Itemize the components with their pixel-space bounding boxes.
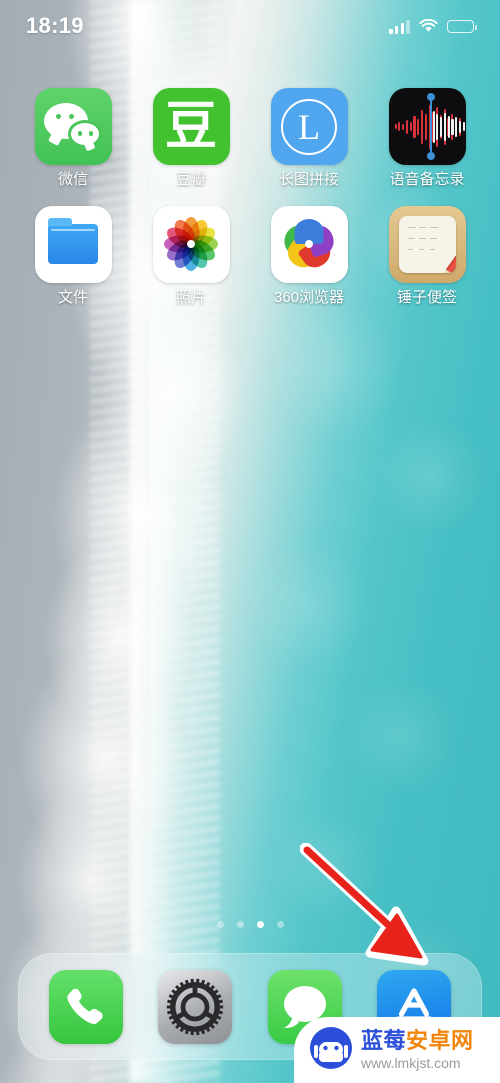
app-label: 长图拼接	[278, 171, 339, 188]
app-icon-long-image-stitch[interactable]: L 长图拼接	[250, 88, 368, 189]
app-label: 照片	[175, 288, 206, 306]
app-label: 微信	[57, 171, 88, 188]
status-bar-time: 18:19	[26, 13, 84, 38]
page-dot-0[interactable]	[216, 921, 224, 928]
phone-icon	[67, 988, 103, 1024]
watermark-url: www.lmkjst.com	[361, 1054, 461, 1071]
app-icon-voice-memos[interactable]: 语音备忘录	[368, 88, 486, 189]
photos-icon	[152, 205, 230, 283]
app-icon-files[interactable]: 文件	[14, 205, 132, 307]
app-icon-douban[interactable]: 豆 豆瓣	[132, 88, 250, 189]
watermark-title: 蓝莓安卓网	[361, 1028, 474, 1054]
browser-360-icon	[270, 205, 348, 283]
status-bar: 18:19	[0, 0, 500, 52]
dock-app-phone[interactable]	[48, 969, 123, 1044]
wifi-icon	[419, 18, 438, 33]
android-robot-icon	[308, 1025, 354, 1076]
letter-l-glyph: L	[298, 106, 320, 147]
douban-glyph: 豆	[164, 96, 217, 157]
app-icon-smartisan-notes[interactable]: 锤子便签	[368, 205, 486, 307]
page-dot-1[interactable]	[236, 921, 244, 928]
battery-icon	[447, 19, 477, 33]
app-label: 语音备忘录	[389, 171, 465, 188]
dock-app-settings[interactable]	[158, 969, 233, 1044]
app-label: 360浏览器	[273, 288, 345, 306]
long-image-stitch-icon: L	[270, 88, 348, 165]
watermark-title-orange: 安卓网	[406, 1028, 474, 1054]
watermark-title-blue: 蓝莓	[361, 1028, 407, 1054]
page-dot-2[interactable]	[256, 921, 264, 928]
app-icon-photos[interactable]: 照片	[132, 205, 250, 307]
cellular-signal-icon	[389, 19, 410, 34]
douban-icon: 豆	[152, 88, 230, 165]
app-icon-browser-360[interactable]: 360浏览器	[250, 205, 368, 307]
smartisan-notes-icon	[388, 205, 466, 283]
app-label: 文件	[57, 288, 88, 306]
page-dot-3[interactable]	[276, 921, 284, 928]
app-icon-wechat[interactable]: 微信	[14, 88, 132, 189]
app-label: 豆瓣	[175, 171, 206, 188]
files-icon	[34, 205, 112, 283]
watermark: 蓝莓安卓网 www.lmkjst.com	[294, 1017, 500, 1083]
red-arrow-icon	[299, 842, 460, 978]
app-grid: 微信 豆 豆瓣 L 长图拼接 语音备忘录 文件 照片 360浏览器 锤子便签	[0, 88, 500, 306]
wechat-icon	[34, 88, 112, 165]
app-label: 锤子便签	[396, 288, 457, 306]
gear-icon	[167, 978, 224, 1035]
voice-memos-icon	[388, 88, 466, 165]
